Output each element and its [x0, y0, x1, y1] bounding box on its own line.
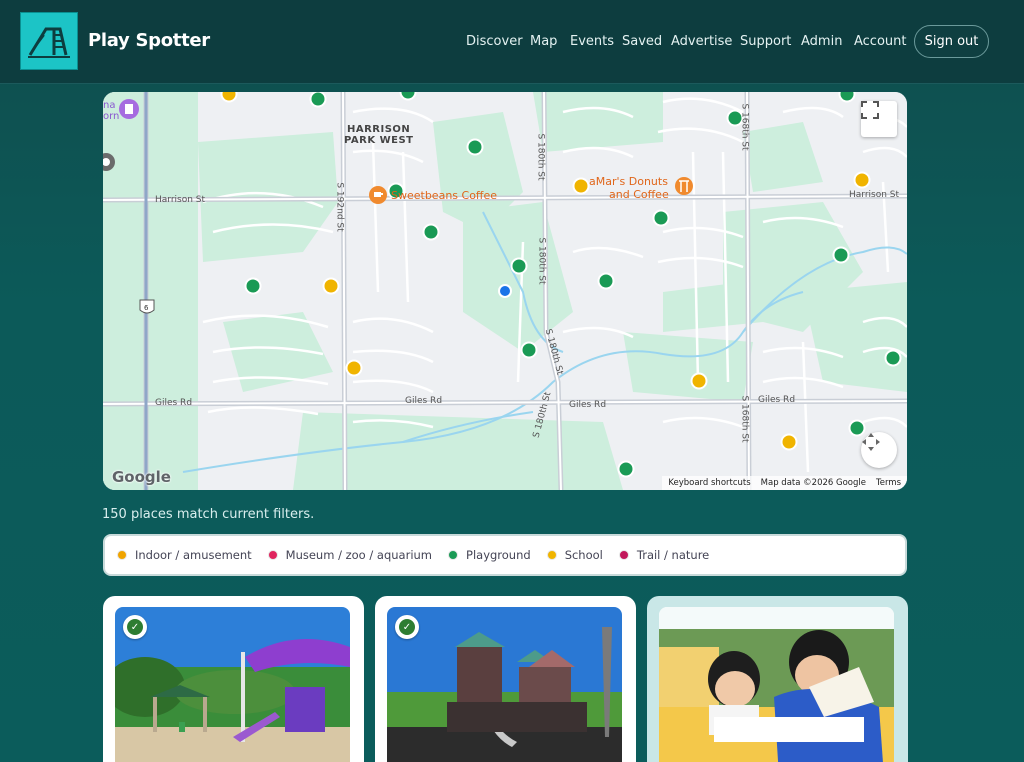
map-data-text: Map data ©2026 Google	[760, 478, 866, 488]
area-label: PARK WEST	[344, 135, 414, 146]
poi-label[interactable]: and Coffee	[609, 189, 669, 201]
street-label: S 168th St	[739, 103, 750, 151]
street-label: Giles Rd	[155, 398, 193, 408]
place-photo	[659, 607, 894, 762]
street-label: Giles Rd	[405, 396, 443, 406]
legend-item-indoor[interactable]: Indoor / amusement	[117, 548, 252, 562]
legend-item-museum[interactable]: Museum / zoo / aquarium	[267, 548, 433, 562]
verified-badge: ✓	[395, 615, 419, 639]
place-card[interactable]: ✓	[375, 596, 636, 762]
street-label: Giles Rd	[569, 400, 607, 410]
main-nav: Discover Map Events Saved Advertise Supp…	[0, 34, 1024, 52]
legend-dot	[267, 550, 278, 560]
nav-map[interactable]: Map	[530, 34, 557, 49]
camera-control-button[interactable]	[861, 432, 897, 468]
cafe-marker-2[interactable]	[675, 177, 693, 195]
legend-dot	[117, 550, 127, 560]
poi-label[interactable]: aMar's Donuts	[589, 176, 668, 188]
place-card[interactable]: ✓	[103, 596, 364, 762]
place-photo: ✓	[387, 607, 622, 762]
cafe-marker-1[interactable]	[369, 186, 387, 204]
street-label: Harrison St	[849, 190, 900, 200]
move-icon	[862, 433, 880, 451]
nav-support[interactable]: Support	[740, 34, 791, 49]
fullscreen-button[interactable]	[861, 101, 897, 137]
legend-label: School	[564, 548, 603, 562]
legend-item-playground[interactable]: Playground	[448, 548, 531, 562]
poi-label: orn	[103, 111, 120, 122]
map[interactable]: HARRISON PARK WEST Harrison St Harrison …	[103, 92, 907, 490]
place-photo: ✓	[115, 607, 350, 762]
nav-events[interactable]: Events	[570, 34, 614, 49]
nav-admin[interactable]: Admin	[801, 34, 842, 49]
map-canvas[interactable]	[103, 92, 907, 490]
legend-item-trail[interactable]: Trail / nature	[618, 548, 710, 562]
street-label: Harrison St	[155, 195, 206, 205]
legend-label: Indoor / amusement	[135, 548, 252, 562]
street-label: S 192nd St	[334, 182, 345, 232]
place-card[interactable]	[647, 596, 908, 762]
area-label: HARRISON	[347, 124, 411, 135]
street-label: S 180th St	[535, 133, 546, 181]
legend-dot	[546, 550, 557, 560]
top-header: Play Spotter Discover Map Events Saved A…	[0, 0, 1024, 84]
keyboard-shortcuts-link[interactable]: Keyboard shortcuts	[668, 478, 750, 488]
nav-advertise[interactable]: Advertise	[671, 34, 732, 49]
legend-label: Trail / nature	[636, 548, 710, 562]
check-icon: ✓	[127, 619, 143, 635]
attraction-marker[interactable]	[119, 99, 139, 119]
legend-dot	[618, 550, 629, 560]
poi-label[interactable]: Sweetbeans Coffee	[391, 190, 497, 202]
verified-badge: ✓	[123, 615, 147, 639]
nav-saved[interactable]: Saved	[622, 34, 662, 49]
legend-label: Museum / zoo / aquarium	[285, 548, 433, 562]
fullscreen-icon	[861, 101, 879, 119]
legend-dot	[448, 550, 459, 560]
street-label: Giles Rd	[758, 395, 796, 405]
nav-discover[interactable]: Discover	[466, 34, 523, 49]
category-legend: Indoor / amusement Museum / zoo / aquari…	[103, 534, 907, 576]
check-icon: ✓	[399, 619, 415, 635]
highway-label: 6	[144, 304, 149, 312]
legend-label: Playground	[466, 548, 531, 562]
terms-link[interactable]: Terms	[876, 478, 901, 488]
map-attribution: Keyboard shortcuts Map data ©2026 Google…	[662, 476, 907, 490]
results-count: 150 places match current filters.	[102, 507, 315, 522]
street-label: S 180th St	[536, 237, 547, 285]
nav-account[interactable]: Account	[854, 34, 907, 49]
current-location-dot	[498, 284, 512, 298]
sign-out-button[interactable]: Sign out	[914, 25, 989, 58]
legend-item-school[interactable]: School	[546, 548, 603, 562]
street-label: S 168th St	[739, 395, 750, 443]
google-logo[interactable]: Google	[112, 468, 171, 486]
